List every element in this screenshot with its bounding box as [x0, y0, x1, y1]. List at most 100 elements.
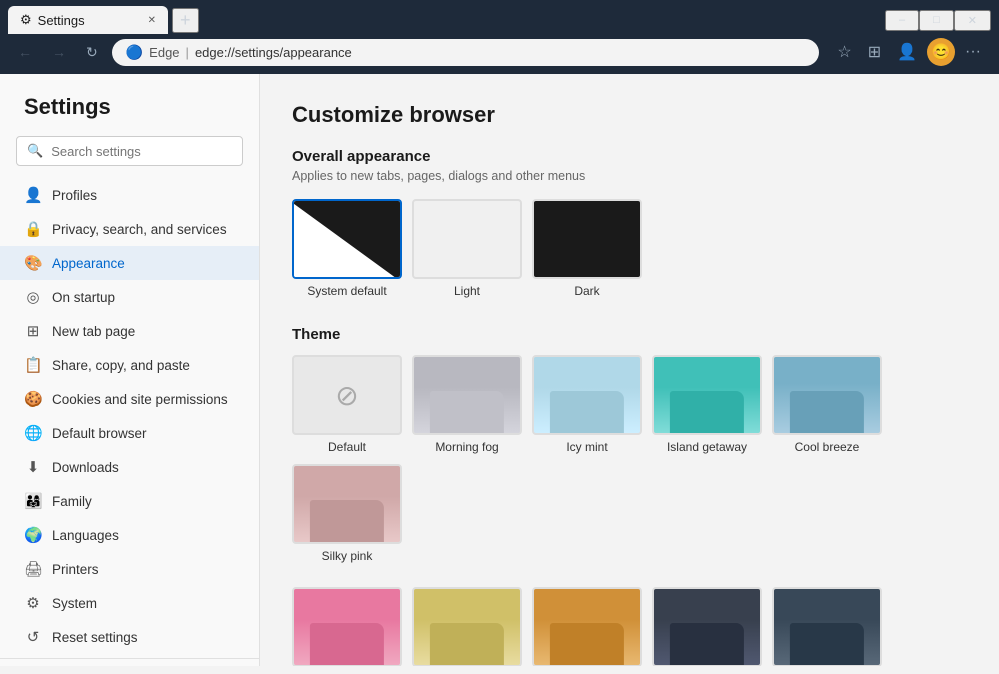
sidebar-item-label: Share, copy, and paste	[52, 358, 190, 373]
tab-close-button[interactable]: ✕	[148, 15, 156, 26]
active-tab[interactable]: ⚙ Settings ✕	[8, 6, 168, 34]
theme-card-bubblegum[interactable]: Bubblegum	[292, 587, 402, 666]
privacy-icon: 🔒	[24, 220, 42, 238]
cool-breeze-label: Cool breeze	[795, 440, 860, 454]
sidebar-item-privacy[interactable]: 🔒 Privacy, search, and services	[0, 212, 259, 246]
theme-card-sunny-day[interactable]: Sunny day	[412, 587, 522, 666]
sidebar-item-family[interactable]: 👨‍👩‍👧 Family	[0, 484, 259, 518]
sidebar-item-startup[interactable]: ◎ On startup	[0, 280, 259, 314]
theme-card-silky-pink[interactable]: Silky pink	[292, 464, 402, 563]
sidebar-item-phone[interactable]: 📱 Phone and other devices	[0, 663, 259, 666]
sunny-day-preview	[412, 587, 522, 666]
sidebar-item-label: Languages	[52, 528, 119, 543]
maximize-button[interactable]: □	[919, 10, 954, 31]
tab-icon: ⚙	[20, 12, 32, 28]
url-path: edge://settings/appearance	[195, 45, 352, 60]
morning-fog-preview	[412, 355, 522, 435]
appearance-options-grid: System default Light Dark	[292, 199, 967, 298]
minimize-button[interactable]: –	[885, 10, 919, 31]
appearance-icon: 🎨	[24, 254, 42, 272]
appearance-card-light[interactable]: Light	[412, 199, 522, 298]
profile-avatar[interactable]: 😊	[927, 38, 955, 66]
newtab-icon: ⊞	[24, 322, 42, 340]
sidebar-item-downloads[interactable]: ⬇ Downloads	[0, 450, 259, 484]
family-icon: 👨‍👩‍👧	[24, 492, 42, 510]
default-theme-preview: ⊘	[292, 355, 402, 435]
more-button[interactable]: ···	[959, 38, 987, 66]
sidebar-item-label: Downloads	[52, 460, 119, 475]
sidebar-item-share[interactable]: 📋 Share, copy, and paste	[0, 348, 259, 382]
search-icon: 🔍	[27, 143, 43, 159]
overall-section-subtitle: Applies to new tabs, pages, dialogs and …	[292, 169, 967, 183]
sidebar-item-label: Appearance	[52, 256, 125, 271]
sidebar-item-newtab[interactable]: ⊞ New tab page	[0, 314, 259, 348]
sidebar-item-default[interactable]: 🌐 Default browser	[0, 416, 259, 450]
dark-stormy-preview	[652, 587, 762, 666]
light-label: Light	[454, 284, 480, 298]
sidebar-item-label: On startup	[52, 290, 115, 305]
sidebar-item-system[interactable]: ⚙ System	[0, 586, 259, 620]
address-bar: ← → ↻ 🔵 Edge | edge://settings/appearanc…	[0, 34, 999, 74]
collections-icon[interactable]: ⊞	[862, 38, 887, 66]
theme-card-dark-stormy[interactable]: Dark & stormy	[652, 587, 762, 666]
icy-mint-label: Icy mint	[566, 440, 607, 454]
toolbar-icons: ☆ ⊞ 👤 😊 ···	[831, 38, 987, 66]
theme-card-mango-paradise[interactable]: Mango paradise	[532, 587, 642, 666]
main-layout: Settings 🔍 👤 Profiles 🔒 Privacy, search,…	[0, 74, 999, 666]
sidebar-item-label: Default browser	[52, 426, 147, 441]
tab-bar: ⚙ Settings ✕ + – □ ✕	[0, 0, 999, 34]
theme-card-morning-fog[interactable]: Morning fog	[412, 355, 522, 454]
browser-chrome: ⚙ Settings ✕ + – □ ✕ ← → ↻ 🔵 Edge | edge…	[0, 0, 999, 74]
sidebar-item-appearance[interactable]: 🎨 Appearance	[0, 246, 259, 280]
system-icon: ⚙	[24, 594, 42, 612]
default-theme-label: Default	[328, 440, 366, 454]
theme-card-cool-slate[interactable]: Cool slate	[772, 587, 882, 666]
downloads-icon: ⬇	[24, 458, 42, 476]
search-box[interactable]: 🔍	[16, 136, 243, 166]
theme-section-title: Theme	[292, 326, 967, 343]
sidebar-item-languages[interactable]: 🌍 Languages	[0, 518, 259, 552]
new-tab-button[interactable]: +	[172, 8, 199, 33]
dark-preview	[532, 199, 642, 279]
cool-slate-preview	[772, 587, 882, 666]
appearance-card-system-default[interactable]: System default	[292, 199, 402, 298]
tab-title: Settings	[38, 13, 85, 28]
page-title: Customize browser	[292, 102, 967, 128]
account-icon[interactable]: 👤	[891, 38, 923, 66]
sidebar-item-printers[interactable]: 🖨 Printers	[0, 552, 259, 586]
overall-section-title: Overall appearance	[292, 148, 967, 165]
profiles-icon: 👤	[24, 186, 42, 204]
appearance-card-dark[interactable]: Dark	[532, 199, 642, 298]
url-domain: Edge	[149, 45, 179, 60]
close-button[interactable]: ✕	[954, 10, 991, 31]
cookies-icon: 🍪	[24, 390, 42, 408]
refresh-button[interactable]: ↻	[80, 40, 104, 65]
favorites-icon[interactable]: ☆	[831, 38, 857, 66]
sidebar-item-profiles[interactable]: 👤 Profiles	[0, 178, 259, 212]
themes-row-2: Bubblegum Sunny day Mango paradise	[292, 587, 967, 666]
forward-button[interactable]: →	[46, 40, 72, 64]
sidebar-item-reset[interactable]: ↺ Reset settings	[0, 620, 259, 654]
bubblegum-preview	[292, 587, 402, 666]
sidebar-item-label: Privacy, search, and services	[52, 222, 227, 237]
overall-appearance-section: Overall appearance Applies to new tabs, …	[292, 148, 967, 298]
sidebar-item-label: System	[52, 596, 97, 611]
default-icon: 🌐	[24, 424, 42, 442]
back-button[interactable]: ←	[12, 40, 38, 64]
theme-card-island-getaway[interactable]: Island getaway	[652, 355, 762, 454]
theme-card-cool-breeze[interactable]: Cool breeze	[772, 355, 882, 454]
icy-mint-preview	[532, 355, 642, 435]
url-bar[interactable]: 🔵 Edge | edge://settings/appearance	[112, 39, 820, 66]
theme-card-icy-mint[interactable]: Icy mint	[532, 355, 642, 454]
search-input[interactable]	[51, 144, 232, 159]
silky-pink-preview	[292, 464, 402, 544]
mango-paradise-preview	[532, 587, 642, 666]
sidebar-title: Settings	[0, 86, 259, 136]
theme-card-default[interactable]: ⊘ Default	[292, 355, 402, 454]
island-getaway-preview	[652, 355, 762, 435]
sidebar-item-cookies[interactable]: 🍪 Cookies and site permissions	[0, 382, 259, 416]
theme-section: Theme ⊘ Default Morning fog	[292, 326, 967, 666]
sidebar-item-label: Profiles	[52, 188, 97, 203]
startup-icon: ◎	[24, 288, 42, 306]
sidebar-item-label: Cookies and site permissions	[52, 392, 228, 407]
